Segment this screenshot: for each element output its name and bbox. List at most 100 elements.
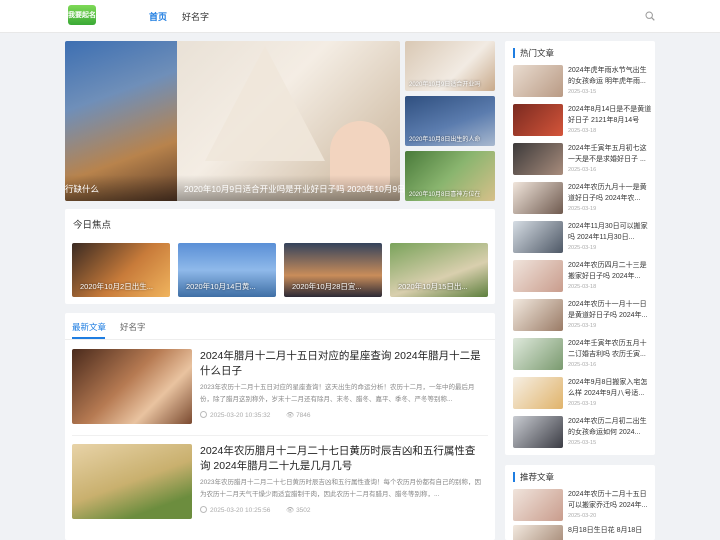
tab-latest-articles[interactable]: 最新文章: [72, 321, 106, 333]
sidebar-article-item[interactable]: 2024年9月8日搬家入宅怎么样 2024年9月八号适... 2025-03-19: [513, 377, 651, 411]
article-thumbnail[interactable]: [72, 444, 192, 519]
sidebar-article-date: 2025-03-16: [568, 167, 597, 173]
sidebar-article-title[interactable]: 2024年壬寅年农历五月十二订婚吉利吗 农历壬寅...: [568, 338, 652, 360]
thumb-caption: 2020年10月8日出生的人命: [409, 137, 481, 143]
recommended-title: 推荐文章: [513, 472, 554, 482]
hero-caption-left[interactable]: 行缺什么: [65, 183, 99, 195]
hero-slider[interactable]: [65, 41, 400, 201]
article-separator: [72, 435, 488, 436]
article-meta: 2025-03-20 10:35:32 👁︎ 7846: [200, 411, 311, 419]
thumb-caption: 2020年10月8日喜神方位在: [409, 192, 481, 198]
sidebar-article-item[interactable]: 2024年农历四月二十三是搬家好日子吗 2024年... 2025-03-18: [513, 260, 651, 294]
sidebar-article-title[interactable]: 2024年壬寅年五月初七这一天是不是求婚好日子 ...: [568, 143, 652, 165]
sidebar-article-item[interactable]: 2024年农历二月初二出生的女孩命运如何 2024... 2025-03-15: [513, 416, 651, 450]
sidebar-article-title[interactable]: 2024年农历二月初二出生的女孩命运如何 2024...: [568, 416, 652, 438]
article-title[interactable]: 2024年腊月十二月十五日对应的星座查询 2024年腊月十二是什么日子: [200, 349, 485, 379]
article-date: 2025-03-20 10:25:56: [210, 507, 271, 514]
sidebar-article-item[interactable]: 2024年壬寅年农历五月十二订婚吉利吗 农历壬寅... 2025-03-16: [513, 338, 651, 372]
hot-articles-title: 热门文章: [513, 48, 554, 58]
sidebar-article-item[interactable]: 8月18日生日花 8月18日: [513, 525, 651, 540]
focus-card-caption: 2020年10月2日出生...: [80, 282, 153, 291]
sidebar-article-date: 2025-03-20: [568, 513, 597, 519]
search-icon[interactable]: [645, 11, 655, 21]
article-summary: 2023年农历腊月十二月二十七日黄历时辰吉凶和五行属性查询！每个农历月份都有自己…: [200, 479, 481, 498]
nav-good-names[interactable]: 好名字: [182, 10, 209, 23]
sidebar-article-title[interactable]: 8月18日生日花 8月18日: [568, 525, 652, 540]
article-views: 3502: [296, 507, 311, 514]
focus-title: 今日焦点: [73, 220, 112, 231]
hot-articles-panel: 热门文章 2024年虎年雨水节气出生的女孩命运 明年虎年雨... 2025-03-…: [505, 41, 655, 455]
recommended-panel: 推荐文章 2024年农历十二月十五日可以搬家乔迁吗 2024年... 2025-0…: [505, 465, 655, 540]
eye-icon: 👁︎: [285, 412, 295, 419]
focus-card[interactable]: 2020年10月14日黄...: [178, 243, 276, 297]
slider-thumb[interactable]: 2020年10月9日适合开业吗: [405, 41, 495, 91]
sidebar-article-title[interactable]: 2024年农历十一月十一日是黄道好日子吗 2024年...: [568, 299, 652, 321]
sidebar-article-thumbnail[interactable]: [513, 377, 563, 409]
focus-card-caption: 2020年10月15日出...: [398, 282, 468, 291]
sidebar-article-thumbnail[interactable]: [513, 489, 563, 521]
sidebar-article-thumbnail[interactable]: [513, 221, 563, 253]
sidebar-article-date: 2025-03-19: [568, 323, 597, 329]
clock-icon: [200, 411, 207, 418]
focus-card[interactable]: 2020年10月15日出...: [390, 243, 488, 297]
eye-icon: 👁︎: [285, 507, 295, 514]
sidebar-article-title[interactable]: 2024年9月8日搬家入宅怎么样 2024年9月八号适...: [568, 377, 652, 399]
sidebar-article-title[interactable]: 2024年农历九月十一是黄道好日子吗 2024年农...: [568, 182, 652, 204]
site-logo[interactable]: 我要起名: [68, 5, 96, 25]
sidebar-article-date: 2025-03-18: [568, 284, 597, 290]
sidebar-article-thumbnail[interactable]: [513, 525, 563, 540]
sidebar-article-date: 2025-03-16: [568, 362, 597, 368]
sidebar-article-thumbnail[interactable]: [513, 416, 563, 448]
sidebar-article-date: 2025-03-19: [568, 245, 597, 251]
sidebar-article-date: 2025-03-19: [568, 401, 597, 407]
article-meta: 2025-03-20 10:25:56 👁︎ 3502: [200, 506, 311, 514]
sidebar-article-date: 2025-03-15: [568, 440, 597, 446]
sidebar-article-date: 2025-03-19: [568, 206, 597, 212]
today-focus-panel: 今日焦点 2020年10月2日出生... 2020年10月14日黄... 202…: [65, 209, 495, 304]
sidebar-article-thumbnail[interactable]: [513, 104, 563, 136]
slider-thumb[interactable]: 2020年10月8日喜神方位在: [405, 151, 495, 201]
sidebar-article-thumbnail[interactable]: [513, 182, 563, 214]
clock-icon: [200, 506, 207, 513]
article-date: 2025-03-20 10:35:32: [210, 412, 271, 419]
logo-text: 我要起名: [68, 12, 96, 19]
hero-caption-right[interactable]: 2020年10月9日适合开业吗是开业好日子吗 2020年10月9日: [184, 183, 406, 195]
sidebar-article-title[interactable]: 2024年农历十二月十五日可以搬家乔迁吗 2024年...: [568, 489, 652, 511]
article-thumbnail[interactable]: [72, 349, 192, 424]
sidebar-article-thumbnail[interactable]: [513, 299, 563, 331]
sidebar-article-date: 2025-03-15: [568, 89, 597, 95]
nav-home[interactable]: 首页: [149, 10, 167, 23]
sidebar-article-thumbnail[interactable]: [513, 65, 563, 97]
sidebar-article-item[interactable]: 2024年农历十一月十一日是黄道好日子吗 2024年... 2025-03-19: [513, 299, 651, 333]
sidebar-article-title[interactable]: 2024年8月14日是不是黄道好日子 2121年8月14号: [568, 104, 652, 126]
article-title[interactable]: 2024年农历腊月十二月二十七日黄历时辰吉凶和五行属性查询 2024年腊月二十九…: [200, 444, 485, 474]
focus-card-caption: 2020年10月28日宜...: [292, 282, 362, 291]
tab-good-names[interactable]: 好名字: [120, 321, 146, 333]
sidebar-article-item[interactable]: 2024年农历九月十一是黄道好日子吗 2024年农... 2025-03-19: [513, 182, 651, 216]
sidebar-article-thumbnail[interactable]: [513, 143, 563, 175]
active-tab-indicator: [72, 337, 105, 339]
focus-card[interactable]: 2020年10月28日宜...: [284, 243, 382, 297]
article-item[interactable]: 2024年腊月十二月十五日对应的星座查询 2024年腊月十二是什么日子 2023…: [72, 349, 488, 425]
tent-shape: [205, 46, 325, 161]
article-views: 7846: [296, 412, 311, 419]
sidebar-article-thumbnail[interactable]: [513, 260, 563, 292]
article-item[interactable]: 2024年农历腊月十二月二十七日黄历时辰吉凶和五行属性查询 2024年腊月二十九…: [72, 444, 488, 520]
focus-card[interactable]: 2020年10月2日出生...: [72, 243, 170, 297]
sidebar-article-title[interactable]: 2024年农历四月二十三是搬家好日子吗 2024年...: [568, 260, 652, 282]
sidebar-article-item[interactable]: 2024年农历十二月十五日可以搬家乔迁吗 2024年... 2025-03-20: [513, 489, 651, 523]
top-header: 我要起名 首页 好名字: [0, 0, 720, 33]
article-list-panel: 最新文章 好名字 2024年腊月十二月十五日对应的星座查询 2024年腊月十二是…: [65, 313, 495, 540]
sidebar-article-item[interactable]: 2024年11月30日可以搬家吗 2024年11月30日... 2025-03-1…: [513, 221, 651, 255]
sidebar-article-item[interactable]: 2024年8月14日是不是黄道好日子 2121年8月14号 2025-03-18: [513, 104, 651, 138]
sidebar-article-thumbnail[interactable]: [513, 338, 563, 370]
thumb-caption: 2020年10月9日适合开业吗: [409, 82, 481, 88]
sidebar-article-title[interactable]: 2024年虎年雨水节气出生的女孩命运 明年虎年雨...: [568, 65, 652, 87]
sidebar-article-date: 2025-03-18: [568, 128, 597, 134]
tab-divider: [65, 339, 495, 340]
sidebar-article-title[interactable]: 2024年11月30日可以搬家吗 2024年11月30日...: [568, 221, 652, 243]
sidebar-article-item[interactable]: 2024年壬寅年五月初七这一天是不是求婚好日子 ... 2025-03-16: [513, 143, 651, 177]
article-summary: 2023年农历十二月十五日对应的星座查询！这天出生的命运分析！农历十二月，一年中…: [200, 384, 475, 403]
sidebar-article-item[interactable]: 2024年虎年雨水节气出生的女孩命运 明年虎年雨... 2025-03-15: [513, 65, 651, 99]
slider-thumb[interactable]: 2020年10月8日出生的人命: [405, 96, 495, 146]
